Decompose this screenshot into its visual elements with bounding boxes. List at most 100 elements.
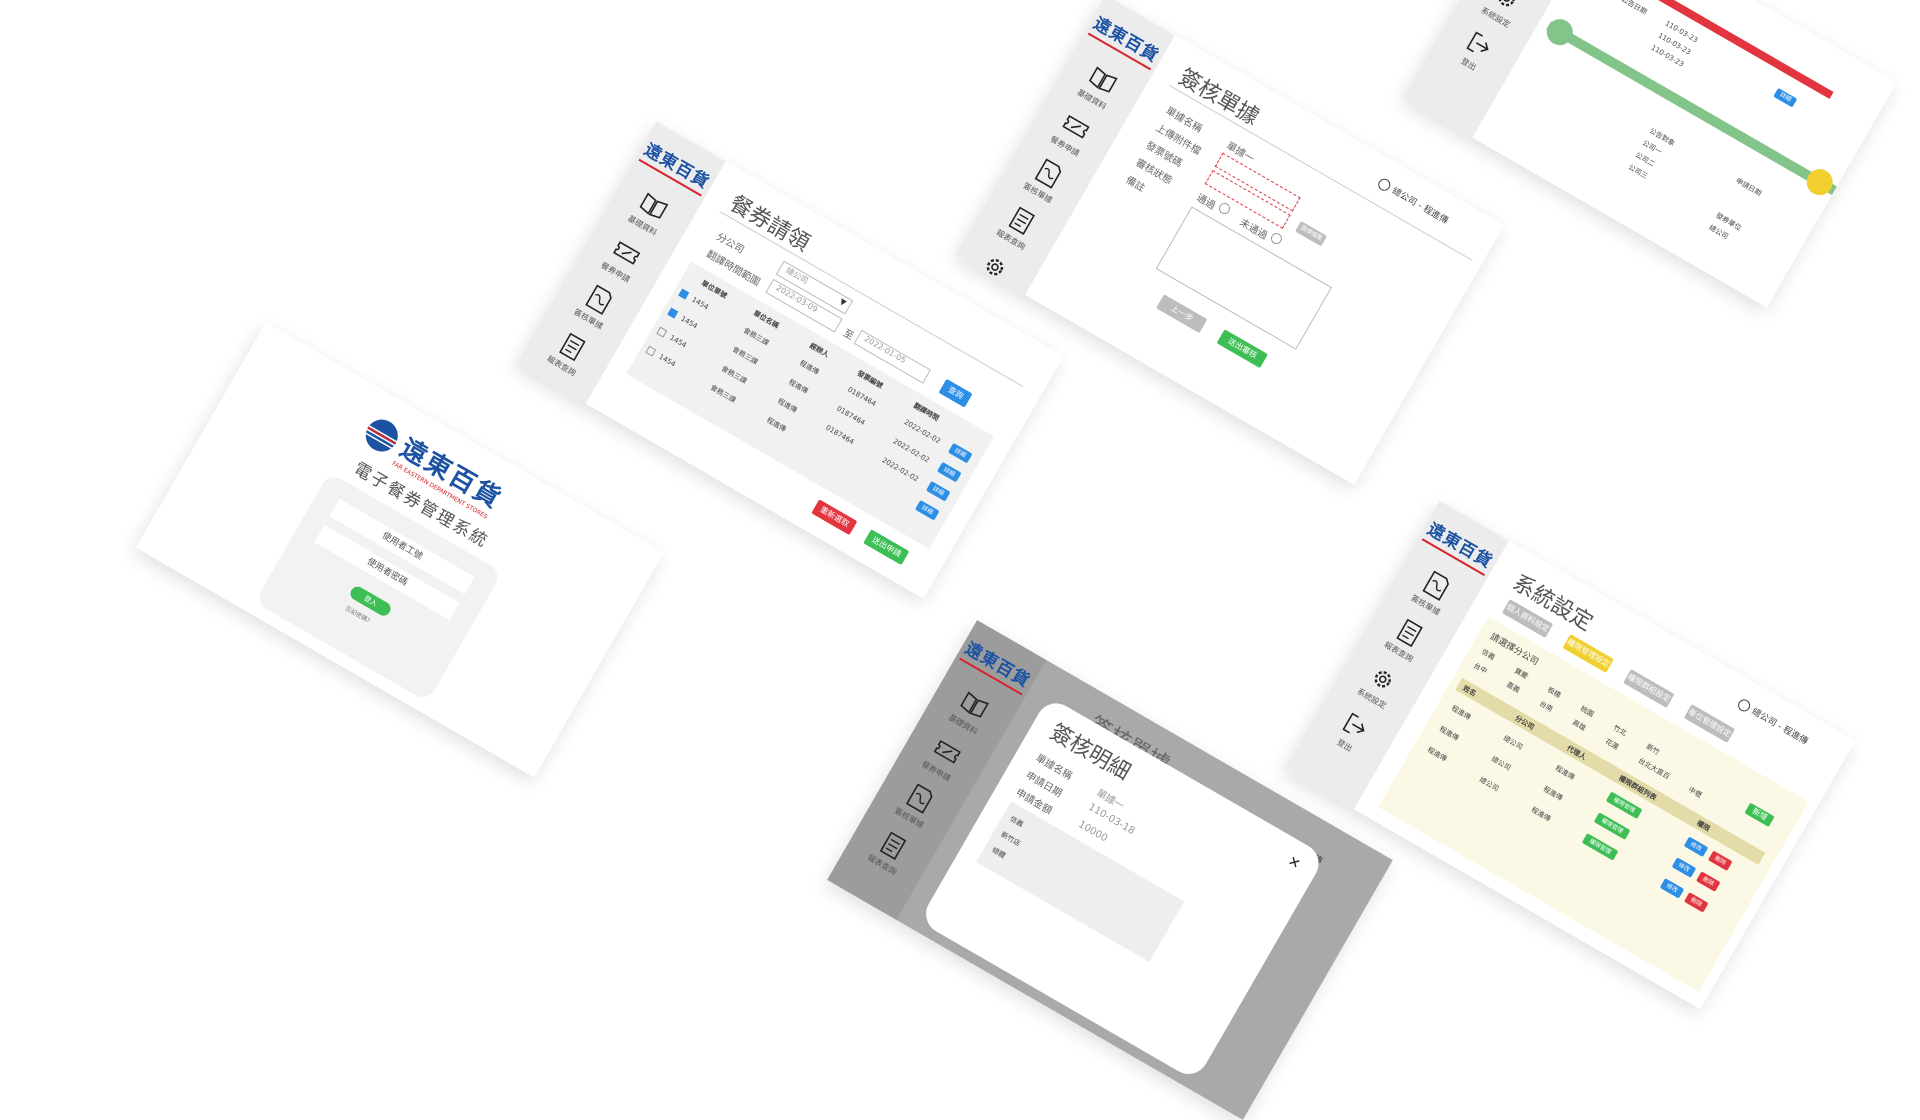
column-header: 發票編號 — [855, 369, 885, 391]
column-header: 經辦人 — [808, 341, 831, 360]
sidebar-item-settings[interactable]: 系統設定 — [518, 373, 567, 425]
branch-option[interactable]: 花蓮 — [1603, 737, 1620, 753]
delete-button[interactable]: 刪除 — [1683, 892, 1709, 913]
page-title: 系統設定 — [1508, 570, 1597, 637]
column-header: 分公司 — [1513, 714, 1536, 732]
table-cell: 程進傳 — [1449, 704, 1473, 722]
sidebar-item-ticket[interactable]: 餐券申請 — [919, 732, 968, 784]
sidebar: 報表查詢 系統設定 登出 — [1403, 0, 1603, 138]
sidebar-item-ticket[interactable]: 餐券申請 — [1048, 107, 1097, 159]
table-cell: 2022-02-02 — [880, 456, 920, 484]
note-label: 備註 — [1123, 174, 1147, 195]
branch-option[interactable]: 台中 — [1472, 661, 1489, 677]
table-cell: 1454 — [690, 295, 710, 312]
branch-option[interactable]: 寶慶 — [1513, 666, 1530, 682]
table-cell: 1454 — [679, 314, 699, 331]
branch-select-value: 總公司 — [784, 265, 810, 286]
table-cell: 1454 — [657, 352, 677, 369]
sidebar-item-logout[interactable]: 登出 — [516, 421, 537, 471]
row-checkbox[interactable] — [656, 326, 668, 338]
sidebar-item-logout[interactable]: 登出 — [1454, 26, 1499, 76]
close-icon[interactable]: ✕ — [1285, 853, 1303, 873]
green-status-bar — [1546, 21, 1846, 200]
branch-option[interactable]: 桃園 — [1578, 704, 1595, 720]
row-checkbox[interactable] — [645, 345, 657, 357]
table-cell: 2022-02-02 — [891, 437, 931, 465]
sidebar-item-approval[interactable]: 簽核單據 — [572, 280, 621, 332]
branch-option[interactable]: 板橋 — [1545, 685, 1562, 701]
user-indicator[interactable]: 總公司 - 程進傳 — [1376, 176, 1451, 226]
gear-icon — [537, 385, 554, 402]
sidebar-item-settings[interactable]: 系統設定 — [1355, 659, 1404, 711]
column-header: 翻譯時間 — [912, 401, 941, 423]
branch-prompt: 請選擇分公司 — [1488, 632, 1540, 668]
table-cell: 程進傳 — [787, 377, 810, 396]
edit-button[interactable]: 修改 — [1659, 878, 1685, 899]
edit-button[interactable]: 修改 — [1671, 857, 1697, 878]
row-detail-button[interactable]: 詳細 — [925, 480, 951, 502]
settings-panel: 請選擇分公司 信義 寶慶 板橋 桃園 竹北 新竹 台中 嘉義 台南 高雄 花蓮 … — [1378, 616, 1809, 993]
pass-radio[interactable] — [1216, 201, 1233, 217]
sidebar-item-logout[interactable]: 登出 — [1330, 707, 1375, 757]
branch-option[interactable]: 竹北 — [1611, 723, 1628, 739]
branch-option[interactable]: 新竹 — [1644, 742, 1661, 758]
branch-option[interactable]: 台南 — [1537, 699, 1554, 715]
report-detail-button[interactable]: 詳細 — [1773, 87, 1798, 108]
choose-file-button[interactable]: 選擇檔案 — [1295, 220, 1328, 247]
submit-review-button[interactable]: 送出審核 — [1216, 329, 1268, 369]
sidebar-item-report[interactable]: 報表查詢 — [865, 825, 914, 877]
user-icon — [1376, 176, 1393, 193]
sidebar-item-ticket[interactable]: 餐券申請 — [599, 233, 648, 285]
edit-button[interactable]: 修改 — [1683, 836, 1709, 858]
column-header: 代理人 — [1565, 744, 1588, 762]
sidebar-item-report[interactable]: 報表查詢 — [994, 200, 1043, 252]
row-detail-button[interactable]: 詳細 — [936, 461, 962, 483]
table-cell: 0187464 — [835, 404, 867, 428]
table-cell: 會務三課 — [719, 364, 749, 386]
sidebar-item-basic[interactable]: 基礎資料 — [1075, 60, 1124, 112]
row-checkbox[interactable] — [678, 288, 690, 300]
sidebar-item-approval[interactable]: 簽核單據 — [892, 778, 941, 830]
sidebar-item-label: 登出 — [516, 451, 517, 469]
branch-option[interactable]: 高雄 — [1570, 718, 1587, 734]
sidebar-item-approval[interactable]: 簽核單據 — [1409, 566, 1458, 618]
sidebar-item-report[interactable]: 報表查詢 — [545, 326, 594, 378]
chevron-down-icon: ▼ — [837, 296, 848, 308]
row-detail-button[interactable]: 詳細 — [914, 499, 940, 521]
table-cell: 1454 — [668, 333, 688, 350]
table-cell: 總公司 — [1501, 734, 1525, 752]
add-button[interactable]: 新增 — [1744, 802, 1775, 827]
sidebar-item-approval[interactable]: 簽核單據 — [1021, 153, 1070, 205]
detail-sheet: 遠東百貨 基礎資料 餐券申請 簽核單據 報表查詢 簽核單據 總公司 - 程進傳 … — [827, 620, 1393, 1120]
branch-option[interactable]: 嘉義 — [1505, 680, 1522, 696]
table-cell: 程進傳 — [798, 358, 821, 377]
column-header: 權限 — [1695, 819, 1712, 834]
table-cell: 新竹店 — [999, 830, 1022, 848]
delete-button[interactable]: 刪除 — [1707, 850, 1733, 872]
user-icon — [1736, 696, 1753, 714]
prev-step-button[interactable]: 上一步 — [1156, 294, 1208, 334]
reject-radio[interactable] — [1268, 231, 1284, 247]
sidebar-item-report[interactable]: 報表查詢 — [1382, 612, 1431, 664]
reset-button[interactable]: 重新選取 — [811, 499, 858, 536]
sidebar: 遠東百貨 基礎資料 餐券申請 簽核單據 報表查詢 系統設定 登出 — [955, 0, 1176, 341]
search-button[interactable]: 查詢 — [938, 378, 973, 408]
branch-option[interactable]: 中壢 — [1686, 785, 1703, 801]
sidebar-item-basic[interactable]: 基礎資料 — [946, 685, 995, 737]
delete-button[interactable]: 刪除 — [1695, 871, 1721, 892]
branch-option[interactable]: 台北大直百 — [1636, 756, 1671, 782]
table-cell: 總公司 — [1489, 754, 1513, 773]
user-label: 總公司 - 程進傳 — [1749, 706, 1810, 748]
column-header: 姓名 — [1461, 684, 1478, 699]
user-indicator[interactable]: 總公司 - 程進傳 — [1736, 696, 1811, 747]
sidebar-item-settings[interactable]: 系統設定 — [967, 247, 1016, 299]
sidebar-item-basic[interactable]: 基礎資料 — [626, 186, 675, 238]
settings-sheet: 遠東百貨 簽核單據 報表查詢 系統設定 登出 系統設定 總公司 - 程進傳 個人… — [1284, 500, 1856, 1010]
row-detail-button[interactable]: 詳細 — [947, 442, 973, 464]
table-cell: 總體 — [990, 846, 1007, 860]
table-cell: 會務三課 — [708, 383, 738, 405]
row-checkbox[interactable] — [667, 307, 679, 319]
sidebar-item-settings[interactable]: 系統設定 — [1479, 0, 1528, 30]
submit-request-button[interactable]: 送出申請 — [863, 529, 910, 566]
branch-option[interactable]: 信義 — [1480, 647, 1497, 663]
